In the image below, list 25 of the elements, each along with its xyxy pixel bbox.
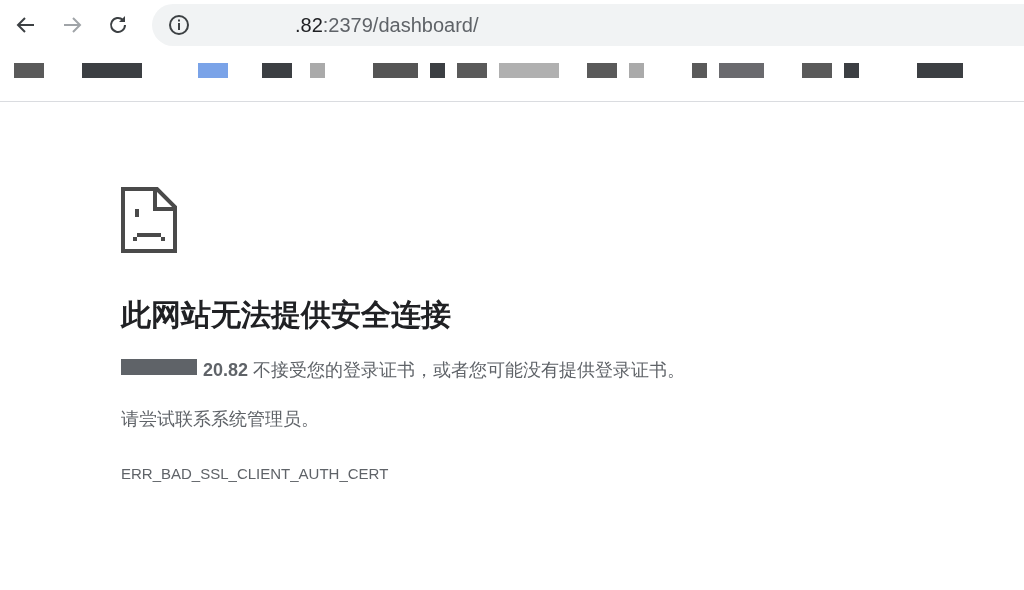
error-title: 此网站无法提供安全连接 bbox=[121, 297, 452, 333]
suggestion-text: 请尝试联系系统管理员。 bbox=[121, 408, 320, 431]
url-host: .82 bbox=[295, 13, 323, 38]
address-bar[interactable]: .82:2379/dashboard/ bbox=[152, 4, 1024, 46]
redaction-block bbox=[719, 62, 764, 78]
broken-page-icon bbox=[121, 187, 177, 253]
redaction-block bbox=[457, 62, 487, 78]
redaction-block bbox=[629, 62, 644, 78]
redaction-block bbox=[14, 62, 44, 78]
redaction-block bbox=[373, 62, 418, 78]
redaction-block bbox=[587, 62, 617, 78]
info-icon bbox=[168, 14, 190, 36]
redaction-block bbox=[198, 62, 228, 78]
error-message: 20.82 不接受您的登录证书，或者您可能没有提供登录证书。 bbox=[203, 359, 686, 382]
redaction-block bbox=[82, 62, 142, 78]
redaction-block bbox=[499, 62, 559, 78]
redaction-block bbox=[692, 62, 707, 78]
redaction-block bbox=[430, 62, 445, 78]
redaction-block bbox=[310, 62, 325, 78]
error-code: ERR_BAD_SSL_CLIENT_AUTH_CERT bbox=[121, 464, 390, 484]
url-path: :2379/dashboard/ bbox=[322, 13, 479, 38]
redaction-block bbox=[262, 62, 292, 78]
redaction-block bbox=[802, 62, 832, 78]
redaction-block bbox=[917, 62, 963, 78]
redaction-block bbox=[844, 62, 859, 78]
